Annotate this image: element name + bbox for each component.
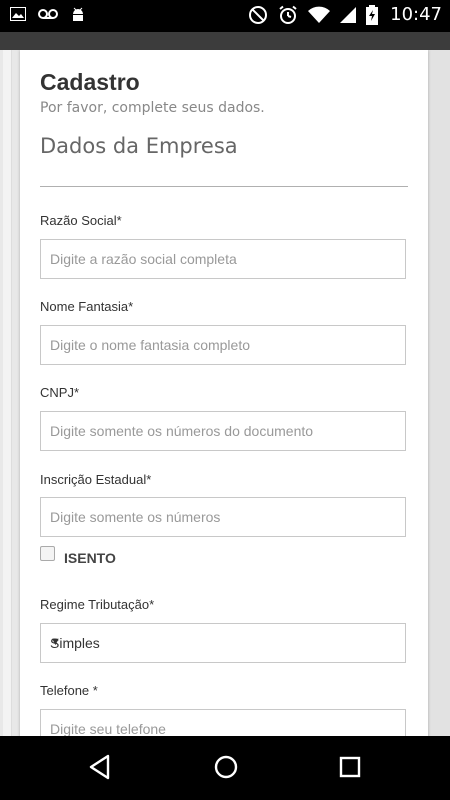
inscricao-estadual-label: Inscrição Estadual* [40, 472, 152, 487]
signal-icon [340, 6, 357, 24]
do-not-disturb-icon [248, 5, 268, 25]
razao-social-label: Razão Social* [40, 213, 122, 228]
telefone-label: Telefone * [40, 683, 98, 698]
background-panel [428, 50, 450, 736]
razao-social-input[interactable]: Digite a razão social completa [40, 239, 406, 279]
registration-card: Cadastro Por favor, complete seus dados.… [20, 50, 428, 736]
image-icon [10, 7, 26, 21]
app-top-band [0, 32, 450, 50]
page-subtitle: Por favor, complete seus dados. [40, 100, 265, 116]
nome-fantasia-input[interactable]: Digite o nome fantasia completo [40, 325, 406, 365]
dropdown-arrow-icon: ▼ [50, 636, 61, 648]
nome-fantasia-placeholder: Digite o nome fantasia completo [50, 337, 250, 353]
back-icon[interactable] [88, 754, 112, 784]
cnpj-label: CNPJ* [40, 385, 80, 400]
android-icon [70, 6, 86, 22]
status-bar: 10:47 [0, 0, 450, 32]
inscricao-estadual-input[interactable]: Digite somente os números [40, 497, 406, 537]
wifi-icon [308, 6, 331, 24]
isento-label[interactable]: ISENTO [64, 550, 116, 566]
navigation-bar [0, 736, 450, 800]
page-title: Cadastro [40, 69, 140, 95]
telefone-input[interactable]: Digite seu telefone [40, 709, 406, 736]
razao-social-placeholder: Digite a razão social completa [50, 251, 237, 267]
recents-icon[interactable] [339, 754, 361, 784]
inscricao-estadual-placeholder: Digite somente os números [50, 509, 221, 525]
isento-checkbox[interactable] [40, 546, 55, 561]
cnpj-input[interactable]: Digite somente os números do documento [40, 411, 406, 451]
section-title: Dados da Empresa [40, 134, 238, 158]
form-scroll-area[interactable]: Cadastro Por favor, complete seus dados.… [0, 50, 450, 736]
voicemail-icon [38, 8, 58, 20]
home-icon[interactable] [213, 754, 239, 784]
regime-tributacao-label: Regime Tributação* [40, 597, 155, 612]
status-time: 10:47 [390, 4, 442, 25]
telefone-placeholder: Digite seu telefone [50, 721, 166, 736]
section-divider [40, 186, 408, 187]
nome-fantasia-label: Nome Fantasia* [40, 299, 134, 314]
battery-charging-icon [366, 4, 379, 25]
regime-tributacao-select[interactable]: Simples ▼ [40, 623, 406, 663]
card-left-edge [3, 50, 12, 736]
alarm-icon [278, 5, 298, 25]
cnpj-placeholder: Digite somente os números do documento [50, 423, 314, 439]
